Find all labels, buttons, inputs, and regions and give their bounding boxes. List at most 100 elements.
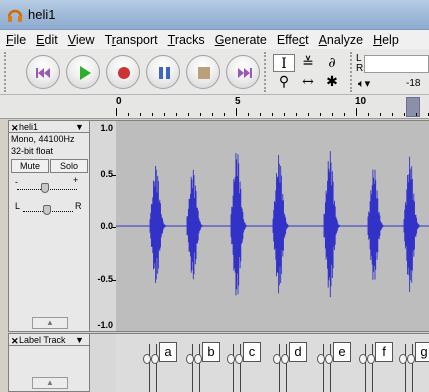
record-icon (118, 67, 130, 79)
toolbar-grip[interactable] (4, 52, 10, 92)
label-handle[interactable] (151, 354, 159, 364)
gain-minus: - (15, 177, 18, 187)
menu-item[interactable]: Tracks (168, 33, 205, 47)
label-text[interactable]: d (289, 342, 307, 362)
amplitude-ruler: 1.0 0.5 0.0 -0.5 -1.0 (90, 120, 116, 332)
label-boundary (240, 344, 241, 392)
label-boundary (199, 344, 200, 392)
label-handle[interactable] (235, 354, 243, 364)
label-text[interactable]: c (243, 342, 261, 362)
zoom-tool[interactable]: ⚲ (273, 73, 295, 91)
label-track-area[interactable]: a b c d e f g (116, 333, 429, 392)
waveform-burst (367, 169, 384, 280)
label-boundary (279, 344, 280, 392)
label-track-ruler (90, 333, 116, 392)
meter-right-label: R (356, 63, 364, 74)
pause-button[interactable] (146, 55, 180, 89)
menu-item[interactable]: Generate (215, 33, 267, 47)
record-button[interactable] (106, 55, 140, 89)
ruler-tick (272, 113, 273, 116)
timeline-ruler[interactable]: 0 5 10 (0, 95, 429, 119)
pan-right-label: R (75, 201, 82, 211)
timeshift-tool[interactable]: ↔ (297, 73, 319, 91)
label-boundary (372, 344, 373, 392)
ruler-tick (200, 113, 201, 116)
draw-tool[interactable]: ∂ (321, 54, 343, 72)
label-handle[interactable] (367, 354, 375, 364)
ruler-label: 5 (235, 96, 241, 107)
label-handle[interactable] (281, 354, 289, 364)
label-handle[interactable] (359, 354, 367, 364)
selection-tool[interactable]: I (273, 54, 295, 72)
waveform (116, 151, 429, 298)
ruler-tick (380, 113, 381, 116)
label-boundary (405, 344, 406, 392)
gain-slider-knob[interactable] (41, 183, 49, 193)
pause-icon (159, 67, 170, 79)
ruler-tick (128, 113, 129, 116)
label-handle[interactable] (194, 354, 202, 364)
label-boundary (330, 344, 331, 392)
label-boundary (233, 344, 234, 392)
ruler-scroll-handle[interactable] (406, 97, 420, 117)
track-name[interactable]: heli1 (19, 122, 38, 132)
label-text[interactable]: b (202, 342, 220, 362)
label-handle[interactable] (399, 354, 407, 364)
play-button[interactable] (66, 55, 100, 89)
stop-button[interactable] (186, 55, 220, 89)
ruler-label: 10 (355, 96, 367, 107)
label-text[interactable]: a (159, 342, 177, 362)
ruler-label: 0 (116, 96, 122, 107)
menu-item[interactable]: Edit (36, 33, 58, 47)
menu-item[interactable]: View (68, 33, 95, 47)
ruler-tick (116, 108, 117, 116)
ruler-tick (140, 113, 141, 116)
label-text[interactable]: e (333, 342, 351, 362)
tools-toolbar: I ≚ ∂ ⚲ ↔ ✱ (271, 53, 346, 91)
label-boundary (149, 344, 150, 392)
label-handle[interactable] (325, 354, 333, 364)
skip-start-icon (36, 68, 50, 78)
meter-toolbar[interactable]: L R 🔈︎▾ -18 (350, 52, 429, 92)
track-menu-icon[interactable]: ▼ (75, 122, 84, 132)
scale-label: -0.5 (97, 274, 113, 284)
label-handle[interactable] (186, 354, 194, 364)
ruler-tick (404, 113, 405, 116)
collapse-label-track-button[interactable]: ▲ (32, 377, 68, 389)
waveform-burst (272, 155, 289, 294)
label-handle[interactable] (143, 354, 151, 364)
label-handle[interactable] (273, 354, 281, 364)
toolbar-grip-tools[interactable] (264, 52, 270, 92)
track-format: Mono, 44100Hz (11, 134, 75, 144)
speaker-icon[interactable]: 🔈︎▾ (358, 77, 370, 91)
collapse-track-button[interactable]: ▲ (32, 317, 68, 329)
mute-button[interactable]: Mute (11, 159, 49, 173)
menu-item[interactable]: Analyze (319, 33, 363, 47)
menu-item[interactable]: File (6, 33, 26, 47)
skip-start-button[interactable] (26, 55, 60, 89)
waveform-burst (403, 156, 420, 292)
label-text[interactable]: g (415, 342, 429, 362)
multi-tool[interactable]: ✱ (321, 73, 343, 91)
envelope-tool[interactable]: ≚ (297, 54, 319, 72)
audio-track-panel: ✕ heli1 ▼ Mono, 44100Hz 32-bit float Mut… (8, 120, 90, 332)
label-track-panel: ✕ Label Track ▼ ▲ (8, 333, 90, 392)
waveform-area[interactable] (116, 120, 429, 332)
pan-slider-knob[interactable] (43, 205, 51, 215)
label-track-menu-icon[interactable]: ▼ (75, 335, 84, 345)
label-handle[interactable] (227, 354, 235, 364)
waveform-burst (186, 169, 203, 280)
skip-end-button[interactable] (226, 55, 260, 89)
ruler-tick (212, 113, 213, 116)
menu-item[interactable]: Effect (277, 33, 309, 47)
ruler-tick (320, 113, 321, 116)
label-text[interactable]: f (375, 342, 393, 362)
label-handle[interactable] (317, 354, 325, 364)
menu-item[interactable]: Help (373, 33, 399, 47)
ruler-tick (308, 113, 309, 116)
label-handle[interactable] (407, 354, 415, 364)
menu-item[interactable]: Transport (105, 33, 158, 47)
label-track-name[interactable]: Label Track (19, 335, 66, 345)
solo-button[interactable]: Solo (50, 159, 88, 173)
play-icon (80, 66, 91, 80)
